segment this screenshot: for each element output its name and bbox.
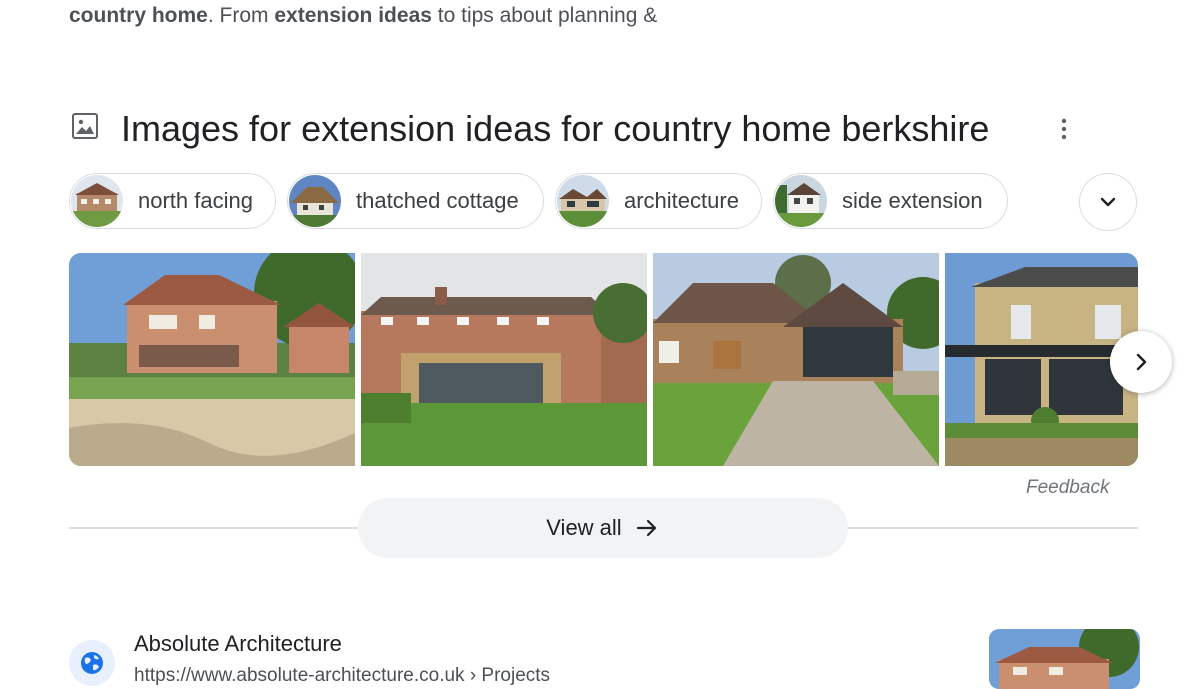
chip-label: thatched cottage — [356, 188, 519, 213]
chip-side-extension[interactable]: side extension — [773, 173, 1008, 229]
view-all-button[interactable]: View all — [358, 498, 848, 558]
snippet-bold-1: country home — [69, 4, 208, 27]
snippet-text-1: . From — [207, 4, 275, 27]
image-icon — [72, 113, 98, 139]
snippet-text-2: to tips about planning & — [431, 4, 658, 27]
chip-thumbnail — [289, 175, 341, 227]
globe-icon — [81, 652, 103, 674]
images-section-title: Images for extension ideas for country h… — [121, 108, 990, 149]
chevron-right-icon — [1136, 353, 1147, 371]
chip-thumbnail — [557, 175, 609, 227]
chip-thatched-cottage[interactable]: thatched cottage — [287, 173, 544, 229]
expand-chips-button[interactable] — [1079, 173, 1137, 231]
image-result-2[interactable] — [361, 253, 647, 466]
chip-label: architecture — [624, 188, 739, 213]
chip-north-facing[interactable]: north facing — [69, 173, 276, 229]
chip-thumbnail — [71, 175, 123, 227]
chevron-down-icon — [1100, 197, 1116, 207]
more-vert-icon[interactable] — [1053, 116, 1075, 142]
refinement-chips: north facing thatched cottage architectu… — [69, 173, 1141, 231]
images-section-header: Images for extension ideas for country h… — [69, 106, 1079, 152]
divider-left — [69, 527, 364, 529]
carousel-next-button[interactable] — [1110, 331, 1172, 393]
result-url[interactable]: https://www.absolute-architecture.co.uk … — [134, 665, 550, 687]
image-result-1[interactable] — [69, 253, 355, 466]
view-all-label: View all — [546, 515, 622, 540]
image-carousel — [69, 253, 1138, 466]
image-result-3[interactable] — [653, 253, 939, 466]
chip-label: north facing — [138, 188, 253, 213]
search-result: Absolute Architecture https://www.absolu… — [69, 628, 1141, 689]
result-snippet: country home. From extension ideas to ti… — [69, 4, 657, 28]
divider-right — [842, 527, 1138, 529]
chip-label: side extension — [842, 188, 983, 213]
chip-architecture[interactable]: architecture — [555, 173, 762, 229]
snippet-bold-2: extension ideas — [274, 4, 432, 27]
result-site-name[interactable]: Absolute Architecture — [134, 631, 342, 657]
site-favicon — [69, 640, 115, 686]
arrow-right-icon — [636, 519, 656, 537]
result-thumbnail[interactable] — [989, 629, 1140, 689]
chip-thumbnail — [775, 175, 827, 227]
feedback-link[interactable]: Feedback — [1026, 477, 1109, 499]
